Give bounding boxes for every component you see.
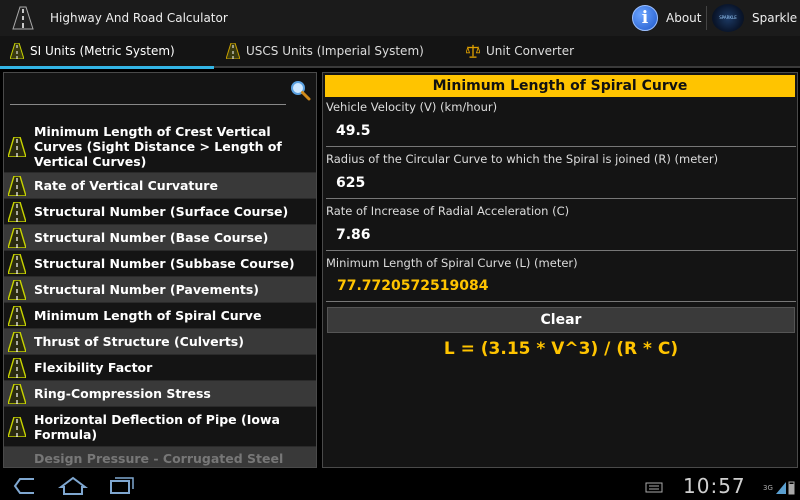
list-item-label: Structural Number (Subbase Course) [34, 256, 295, 271]
list-item-label: Structural Number (Base Course) [34, 230, 269, 245]
scale-icon [466, 44, 480, 58]
road-icon [226, 43, 240, 59]
app-title: Highway And Road Calculator [50, 11, 228, 25]
tab-indicator [0, 66, 214, 69]
list-item-label: Rate of Vertical Curvature [34, 178, 218, 193]
road-icon [10, 5, 36, 31]
road-icon [8, 201, 26, 222]
about-button[interactable]: i About [632, 3, 701, 33]
road-icon [8, 305, 26, 326]
list-item[interactable]: Minimum Length of Crest Vertical Curves … [4, 121, 316, 173]
list-item[interactable]: Structural Number (Pavements) [4, 277, 316, 303]
road-icon [8, 357, 26, 378]
result-divider [326, 301, 796, 302]
list-item[interactable]: Minimum Length of Spiral Curve [4, 303, 316, 329]
road-icon [8, 175, 26, 196]
sparkle-label: Sparkle [752, 11, 798, 25]
tab-label: USCS Units (Imperial System) [246, 44, 424, 58]
field-label-acceleration: Rate of Increase of Radial Acceleration … [326, 204, 570, 218]
action-bar: Highway And Road Calculator i About SPAR… [0, 0, 800, 36]
acceleration-input[interactable] [326, 221, 796, 249]
network-indicator: 3G [763, 484, 773, 492]
road-icon [8, 227, 26, 248]
list-item-label: Flexibility Factor [34, 360, 153, 375]
list-item[interactable]: Structural Number (Surface Course) [4, 199, 316, 225]
search-input[interactable] [10, 79, 286, 103]
road-icon [8, 331, 26, 352]
road-icon [8, 253, 26, 274]
about-label: About [666, 11, 702, 25]
field-label-velocity: Vehicle Velocity (V) (km/hour) [326, 100, 498, 114]
formula-text: L = (3.15 * V^3) / (R * C) [443, 339, 679, 359]
road-icon [8, 136, 26, 157]
sparkle-logo-text: SPARKLE [719, 15, 737, 20]
list-item[interactable]: Thrust of Structure (Culverts) [4, 329, 316, 355]
list-item-label: Design Pressure - Corrugated Steel [34, 451, 284, 466]
list-item[interactable]: Ring-Compression Stress [4, 381, 316, 407]
road-icon [8, 279, 26, 300]
search-field [10, 79, 286, 105]
tab-bar: SI Units (Metric System) USCS Units (Imp… [0, 36, 800, 68]
system-bar: 10:57 3G [0, 472, 800, 500]
result-label: Minimum Length of Spiral Curve (L) (mete… [326, 256, 578, 270]
list-item-label: Horizontal Deflection of Pipe (Iowa Form… [34, 411, 280, 442]
search-icon[interactable] [289, 79, 311, 101]
calculator-form-panel: Minimum Length of Spiral Curve Vehicle V… [322, 72, 798, 468]
radius-input[interactable] [326, 169, 796, 197]
list-item[interactable]: Rate of Vertical Curvature [4, 173, 316, 199]
list-item-label: Ring-Compression Stress [34, 386, 211, 401]
list-item-label: Minimum Length of Crest Vertical Curves … [34, 124, 282, 169]
tab-label: SI Units (Metric System) [30, 44, 175, 58]
keyboard-icon [645, 482, 663, 493]
system-clock: 10:57 [683, 474, 746, 498]
list-item[interactable]: Horizontal Deflection of Pipe (Iowa Form… [4, 407, 316, 447]
road-icon [8, 383, 26, 404]
tab-label: Unit Converter [486, 44, 575, 58]
velocity-input[interactable] [326, 117, 796, 145]
list-item[interactable]: Structural Number (Subbase Course) [4, 251, 316, 277]
tab-si-units[interactable]: SI Units (Metric System) [10, 36, 175, 66]
clear-button[interactable]: Clear [327, 307, 795, 333]
calculator-list: Minimum Length of Crest Vertical Curves … [4, 121, 316, 467]
back-icon[interactable] [12, 474, 40, 498]
list-item[interactable]: Flexibility Factor [4, 355, 316, 381]
tab-uscs-units[interactable]: USCS Units (Imperial System) [226, 36, 424, 66]
list-item[interactable]: Structural Number (Base Course) [4, 225, 316, 251]
home-icon[interactable] [58, 474, 88, 498]
tab-unit-converter[interactable]: Unit Converter [466, 36, 574, 66]
road-icon [10, 43, 24, 59]
calculator-list-panel: Minimum Length of Crest Vertical Curves … [3, 72, 317, 468]
list-item-label: Minimum Length of Spiral Curve [34, 308, 262, 323]
signal-battery-icon [776, 481, 795, 495]
form-title: Minimum Length of Spiral Curve [325, 75, 795, 97]
info-icon: i [632, 5, 658, 31]
radius-field [326, 169, 796, 199]
sparkle-logo: SPARKLE [712, 4, 744, 32]
list-item-label: Structural Number (Pavements) [34, 282, 260, 297]
list-item[interactable]: Design Pressure - Corrugated Steel [4, 447, 316, 467]
field-label-radius: Radius of the Circular Curve to which th… [326, 152, 719, 166]
road-icon [8, 416, 26, 437]
acceleration-field [326, 221, 796, 251]
sparkle-button[interactable]: SPARKLE Sparkle [712, 3, 797, 33]
action-separator [706, 6, 707, 30]
recent-apps-icon[interactable] [108, 474, 136, 498]
result-value: 77.7720572519084 [337, 278, 489, 294]
list-item-label: Structural Number (Surface Course) [34, 204, 289, 219]
list-item-label: Thrust of Structure (Culverts) [34, 334, 244, 349]
velocity-field [326, 117, 796, 147]
